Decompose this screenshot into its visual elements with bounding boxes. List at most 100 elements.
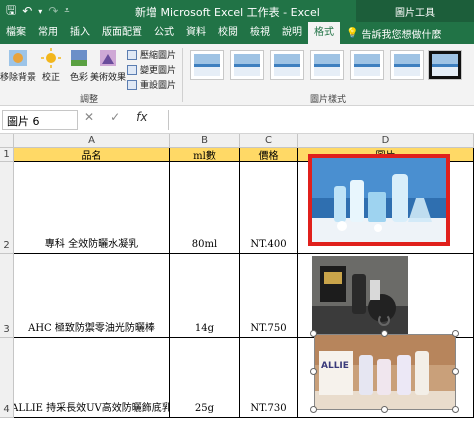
cell-a2[interactable]: 專科 全效防曬水凝乳 bbox=[14, 162, 170, 254]
resize-handle-bottom-left[interactable] bbox=[310, 406, 317, 413]
cell-c3[interactable]: NT.750 bbox=[240, 254, 298, 338]
product-image-sunscreen-gel[interactable] bbox=[308, 154, 450, 246]
reset-picture-label: 重設圖片 bbox=[140, 81, 177, 91]
cell-c2[interactable]: NT.400 bbox=[240, 162, 298, 254]
resize-handle-right[interactable] bbox=[452, 368, 459, 375]
tab-file[interactable]: 檔案 bbox=[0, 22, 32, 44]
cell-c4[interactable]: NT.730 bbox=[240, 338, 298, 418]
color-label: 色彩 bbox=[69, 73, 88, 83]
change-picture-label: 變更圖片 bbox=[140, 66, 177, 76]
corrections-label: 校正 bbox=[41, 73, 60, 83]
save-icon[interactable]: 🖫 bbox=[6, 1, 16, 22]
undo-icon[interactable]: ↶ bbox=[22, 4, 32, 18]
change-picture-button[interactable]: 變更圖片 bbox=[127, 63, 176, 76]
formula-bar: 圖片 6 ✕ ✓ fx bbox=[0, 106, 474, 134]
undo-dropdown-icon[interactable]: ▾ bbox=[38, 7, 42, 16]
reset-picture-button[interactable]: 重設圖片 bbox=[127, 78, 176, 91]
remove-background-icon bbox=[9, 50, 27, 66]
resize-handle-top-left[interactable] bbox=[310, 330, 317, 337]
picture-style-2[interactable] bbox=[230, 50, 264, 80]
column-header-b[interactable]: B bbox=[170, 134, 240, 148]
sunscreen-bottles-photo bbox=[312, 158, 446, 242]
ribbon-separator bbox=[182, 48, 183, 102]
tab-home[interactable]: 常用 bbox=[32, 22, 64, 44]
header-cell-price[interactable]: 價格 bbox=[240, 148, 298, 162]
lightbulb-icon: 💡 bbox=[346, 27, 359, 39]
resize-handle-bottom[interactable] bbox=[381, 406, 388, 413]
header-cell-volume[interactable]: ml數 bbox=[170, 148, 240, 162]
tab-insert[interactable]: 插入 bbox=[64, 22, 96, 44]
resize-handle-bottom-right[interactable] bbox=[452, 406, 459, 413]
quick-access-toolbar: 🖫 ↶ ▾ ↷ ⩡ bbox=[0, 1, 69, 22]
compress-label: 壓縮圖片 bbox=[140, 51, 177, 61]
resize-handle-top[interactable] bbox=[381, 330, 388, 337]
redo-icon[interactable]: ↷ bbox=[48, 4, 58, 18]
customize-toolbar-icon[interactable]: ⩡ bbox=[64, 6, 69, 16]
product-image-sun-stick[interactable] bbox=[312, 256, 408, 334]
name-box[interactable]: 圖片 6 bbox=[2, 110, 78, 130]
column-header-d[interactable]: D bbox=[298, 134, 474, 148]
cell-b2[interactable]: 80ml bbox=[170, 162, 240, 254]
tell-me-text: 告訴我您想做什麼 bbox=[361, 29, 442, 41]
tab-data[interactable]: 資料 bbox=[180, 22, 212, 44]
product-image-allie[interactable]: ALLIE bbox=[314, 334, 456, 410]
enter-icon[interactable]: ✓ bbox=[110, 110, 120, 124]
formula-buttons: ✕ ✓ fx bbox=[84, 110, 147, 124]
picture-style-6[interactable] bbox=[390, 50, 424, 80]
corrections-button[interactable]: 校正 bbox=[40, 48, 62, 83]
picture-styles-group-label: 圖片樣式 bbox=[310, 95, 347, 105]
tab-view[interactable]: 檢視 bbox=[244, 22, 276, 44]
tab-page-layout[interactable]: 版面配置 bbox=[96, 22, 148, 44]
picture-style-4[interactable] bbox=[310, 50, 344, 80]
color-button[interactable]: 色彩 bbox=[68, 48, 90, 83]
ribbon-tabs: 檔案 常用 插入 版面配置 公式 資料 校閱 檢視 說明 格式 💡 告訴我您想做… bbox=[0, 22, 474, 44]
ribbon: 移除背景 校正 色彩 美術效果 壓縮圖片 變更圖片 重設圖片 調整 圖片樣式 bbox=[0, 44, 474, 106]
allie-products-photo bbox=[315, 335, 455, 409]
artistic-effects-label: 美術效果 bbox=[90, 73, 127, 83]
adjust-group-label: 調整 bbox=[80, 95, 99, 105]
header-cell-name[interactable]: 品名 bbox=[14, 148, 170, 162]
row-header-3[interactable]: 3 bbox=[0, 254, 14, 338]
cancel-icon[interactable]: ✕ bbox=[84, 110, 94, 124]
row-header-1[interactable]: 1 bbox=[0, 148, 14, 162]
tell-me-box[interactable]: 💡 告訴我您想做什麼 bbox=[340, 26, 441, 41]
picture-style-5[interactable] bbox=[350, 50, 384, 80]
change-picture-icon bbox=[127, 64, 137, 75]
insert-function-icon[interactable]: fx bbox=[136, 110, 147, 124]
compress-icon bbox=[127, 49, 137, 60]
rotate-handle-icon[interactable] bbox=[378, 314, 390, 326]
picture-style-3[interactable] bbox=[270, 50, 304, 80]
cell-b3[interactable]: 14g bbox=[170, 254, 240, 338]
row-header-2[interactable]: 2 bbox=[0, 162, 14, 254]
cell-b4[interactable]: 25g bbox=[170, 338, 240, 418]
remove-background-label: 移除背景 bbox=[0, 73, 37, 83]
tab-formulas[interactable]: 公式 bbox=[148, 22, 180, 44]
tab-format[interactable]: 格式 bbox=[308, 22, 340, 44]
artistic-effects-button[interactable]: 美術效果 bbox=[90, 48, 126, 83]
color-icon bbox=[71, 50, 87, 66]
column-header-c[interactable]: C bbox=[240, 134, 298, 148]
column-header-a[interactable]: A bbox=[14, 134, 170, 148]
window-title: 新增 Microsoft Excel 工作表 - Excel bbox=[135, 6, 320, 19]
resize-handle-left[interactable] bbox=[310, 368, 317, 375]
tab-help[interactable]: 說明 bbox=[276, 22, 308, 44]
tab-review[interactable]: 校閱 bbox=[212, 22, 244, 44]
picture-tools-label: 圖片工具 bbox=[356, 0, 474, 22]
cell-a4[interactable]: ALLIE 持采長效UV高效防曬飾底乳 bbox=[14, 338, 170, 418]
picture-style-1[interactable] bbox=[190, 50, 224, 80]
sun-stick-photo bbox=[312, 256, 408, 334]
picture-style-7[interactable] bbox=[428, 50, 462, 80]
artistic-effects-icon bbox=[100, 50, 116, 66]
worksheet-grid[interactable]: A B C D 1 2 3 4 品名 ml數 價格 圖片 專科 全效防曬水凝乳 … bbox=[0, 134, 474, 430]
resize-handle-top-right[interactable] bbox=[452, 330, 459, 337]
sun-icon bbox=[41, 48, 61, 68]
select-all-corner[interactable] bbox=[0, 134, 14, 148]
allie-logo-text: ALLIE bbox=[321, 361, 349, 371]
formula-input[interactable] bbox=[168, 110, 474, 130]
cell-a3[interactable]: AHC 極致防禦零油光防曬棒 bbox=[14, 254, 170, 338]
title-bar: 🖫 ↶ ▾ ↷ ⩡ 新增 Microsoft Excel 工作表 - Excel… bbox=[0, 0, 474, 22]
compress-pictures-button[interactable]: 壓縮圖片 bbox=[127, 48, 176, 61]
reset-picture-icon bbox=[127, 79, 137, 90]
row-header-4[interactable]: 4 bbox=[0, 338, 14, 418]
remove-background-button[interactable]: 移除背景 bbox=[0, 48, 36, 83]
